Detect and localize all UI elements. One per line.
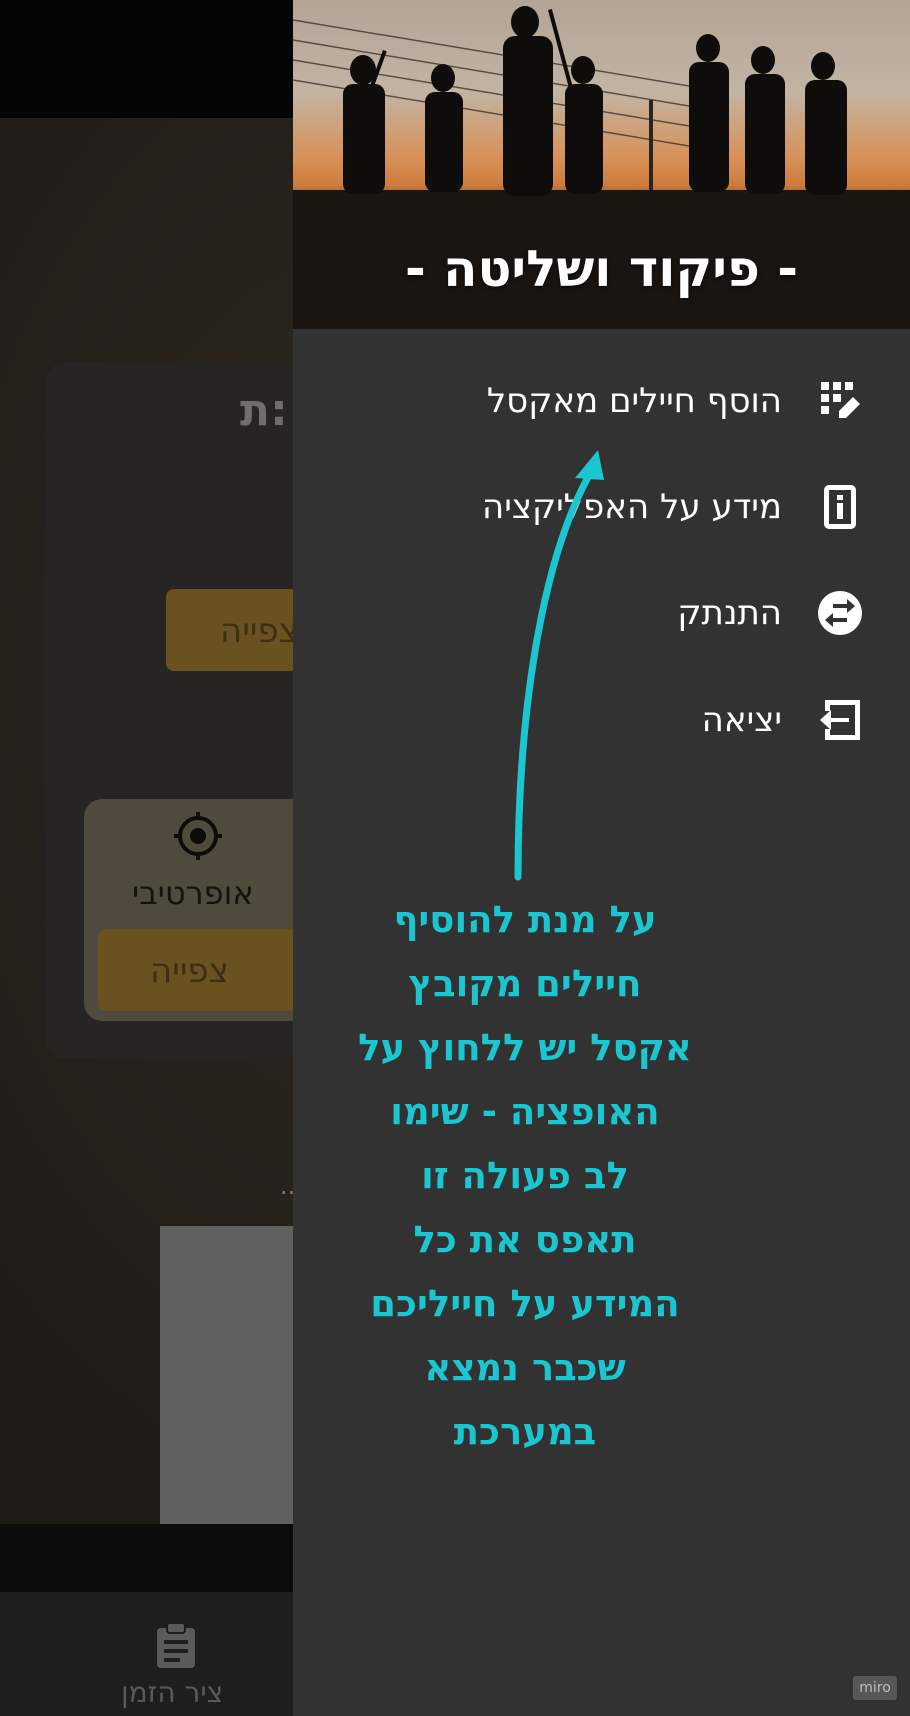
annotation-line: תאפס את כל: [413, 1218, 637, 1261]
annotation-line: על מנת להוסיף: [393, 898, 657, 941]
annotation-line: המידע על חייליכם: [370, 1282, 680, 1325]
annotation-line: אקסל יש ללחוץ על: [358, 1026, 692, 1069]
annotation-line: חיילים מקובץ: [408, 962, 642, 1005]
annotation-line: שכבר נמצא: [424, 1346, 626, 1389]
annotation-text: על מנת להוסיף חיילים מקובץ אקסל יש ללחוץ…: [340, 888, 710, 1464]
annotation-line: לב פעולה זו: [421, 1154, 629, 1197]
annotation-line: במערכת: [453, 1410, 597, 1453]
annotation-line: האופציה - שימו: [390, 1090, 660, 1133]
miro-badge: miro: [853, 1676, 897, 1700]
